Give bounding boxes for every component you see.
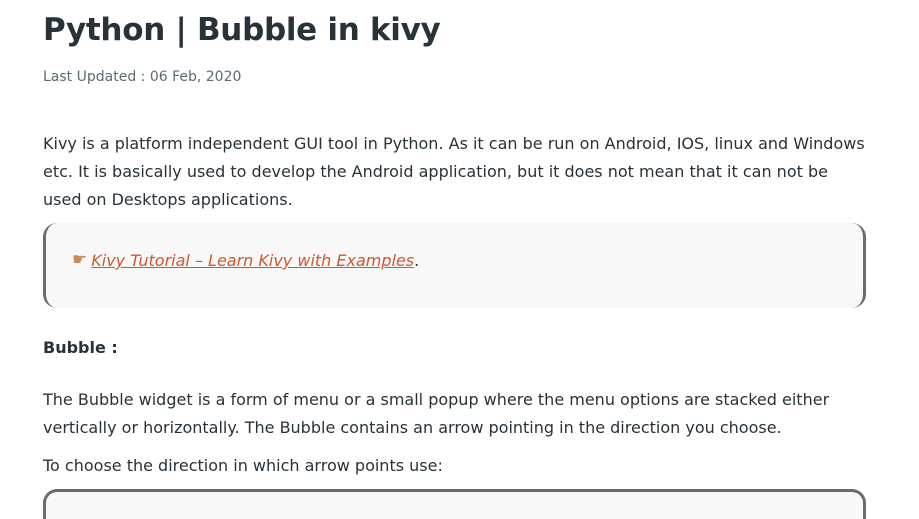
- callout-trailing-period: .: [414, 251, 420, 270]
- code-block: [43, 489, 866, 519]
- callout-content: ☛ Kivy Tutorial – Learn Kivy with Example…: [72, 250, 419, 270]
- direction-intro-paragraph: To choose the direction in which arrow p…: [43, 456, 443, 475]
- section-heading-bubble: Bubble :: [43, 338, 118, 357]
- tutorial-callout-box: ☛ Kivy Tutorial – Learn Kivy with Example…: [43, 223, 866, 308]
- kivy-tutorial-link[interactable]: Kivy Tutorial – Learn Kivy with Examples: [91, 251, 414, 270]
- article-title: Python | Bubble in kivy: [43, 12, 441, 48]
- bubble-description-paragraph: The Bubble widget is a form of menu or a…: [43, 390, 830, 437]
- pointing-hand-icon: ☛: [72, 250, 88, 270]
- last-updated-text: Last Updated : 06 Feb, 2020: [43, 69, 242, 85]
- intro-paragraph: Kivy is a platform independent GUI tool …: [43, 134, 865, 209]
